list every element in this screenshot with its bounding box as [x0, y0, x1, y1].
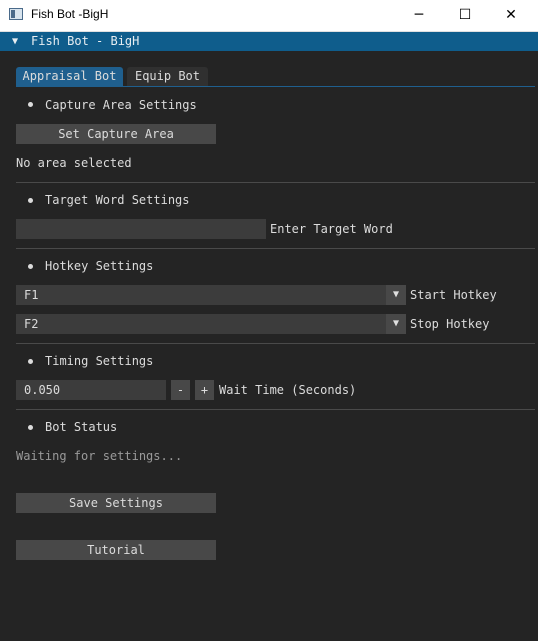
separator [16, 343, 535, 344]
close-button[interactable]: ✕ [488, 0, 534, 31]
wait-time-input[interactable]: 0.050 [16, 380, 166, 400]
collapse-arrow-icon[interactable]: ▼ [12, 32, 18, 51]
start-hotkey-value: F1 [24, 288, 39, 302]
separator [16, 409, 535, 410]
stop-hotkey-label: Stop Hotkey [410, 317, 490, 331]
bullet-icon [28, 359, 33, 364]
bot-status-text: Waiting for settings... [16, 449, 183, 463]
separator [16, 182, 535, 183]
target-section-header: Target Word Settings [45, 193, 190, 207]
imgui-window-header[interactable]: ▼ Fish Bot - BigH [0, 32, 538, 51]
bullet-icon [28, 198, 33, 203]
stop-hotkey-value: F2 [24, 317, 39, 331]
imgui-window-body: Appraisal Bot Equip Bot Capture Area Set… [0, 51, 538, 641]
window-title: Fish Bot -BigH [31, 7, 109, 21]
minimize-button[interactable]: ─ [396, 0, 442, 31]
bullet-icon [28, 102, 33, 107]
hotkey-section-header: Hotkey Settings [45, 259, 154, 273]
save-settings-button[interactable]: Save Settings [16, 493, 216, 513]
status-section-header: Bot Status [45, 420, 118, 434]
wait-time-label: Wait Time (Seconds) [219, 383, 357, 397]
tutorial-button[interactable]: Tutorial [16, 540, 216, 560]
capture-section-header: Capture Area Settings [45, 98, 197, 112]
bullet-icon [28, 425, 33, 430]
tab-appraisal-bot[interactable]: Appraisal Bot [16, 67, 123, 86]
start-hotkey-combo[interactable]: F1 ▼ [16, 285, 406, 305]
decrement-button[interactable]: - [171, 380, 190, 400]
imgui-window-title: Fish Bot - BigH [31, 34, 140, 48]
tab-bar-underline [16, 86, 535, 87]
maximize-button[interactable]: ☐ [442, 0, 488, 31]
target-word-input[interactable] [16, 219, 266, 239]
chevron-down-icon[interactable]: ▼ [386, 314, 406, 334]
capture-status-text: No area selected [16, 156, 132, 170]
increment-button[interactable]: + [195, 380, 214, 400]
set-capture-area-button[interactable]: Set Capture Area [16, 124, 216, 144]
app-icon [9, 8, 23, 20]
start-hotkey-label: Start Hotkey [410, 288, 497, 302]
target-word-label: Enter Target Word [270, 222, 393, 236]
chevron-down-icon[interactable]: ▼ [386, 285, 406, 305]
tab-equip-bot[interactable]: Equip Bot [127, 67, 208, 86]
bullet-icon [28, 264, 33, 269]
separator [16, 248, 535, 249]
timing-section-header: Timing Settings [45, 354, 154, 368]
window-titlebar[interactable]: Fish Bot -BigH ─ ☐ ✕ [0, 0, 538, 32]
stop-hotkey-combo[interactable]: F2 ▼ [16, 314, 406, 334]
